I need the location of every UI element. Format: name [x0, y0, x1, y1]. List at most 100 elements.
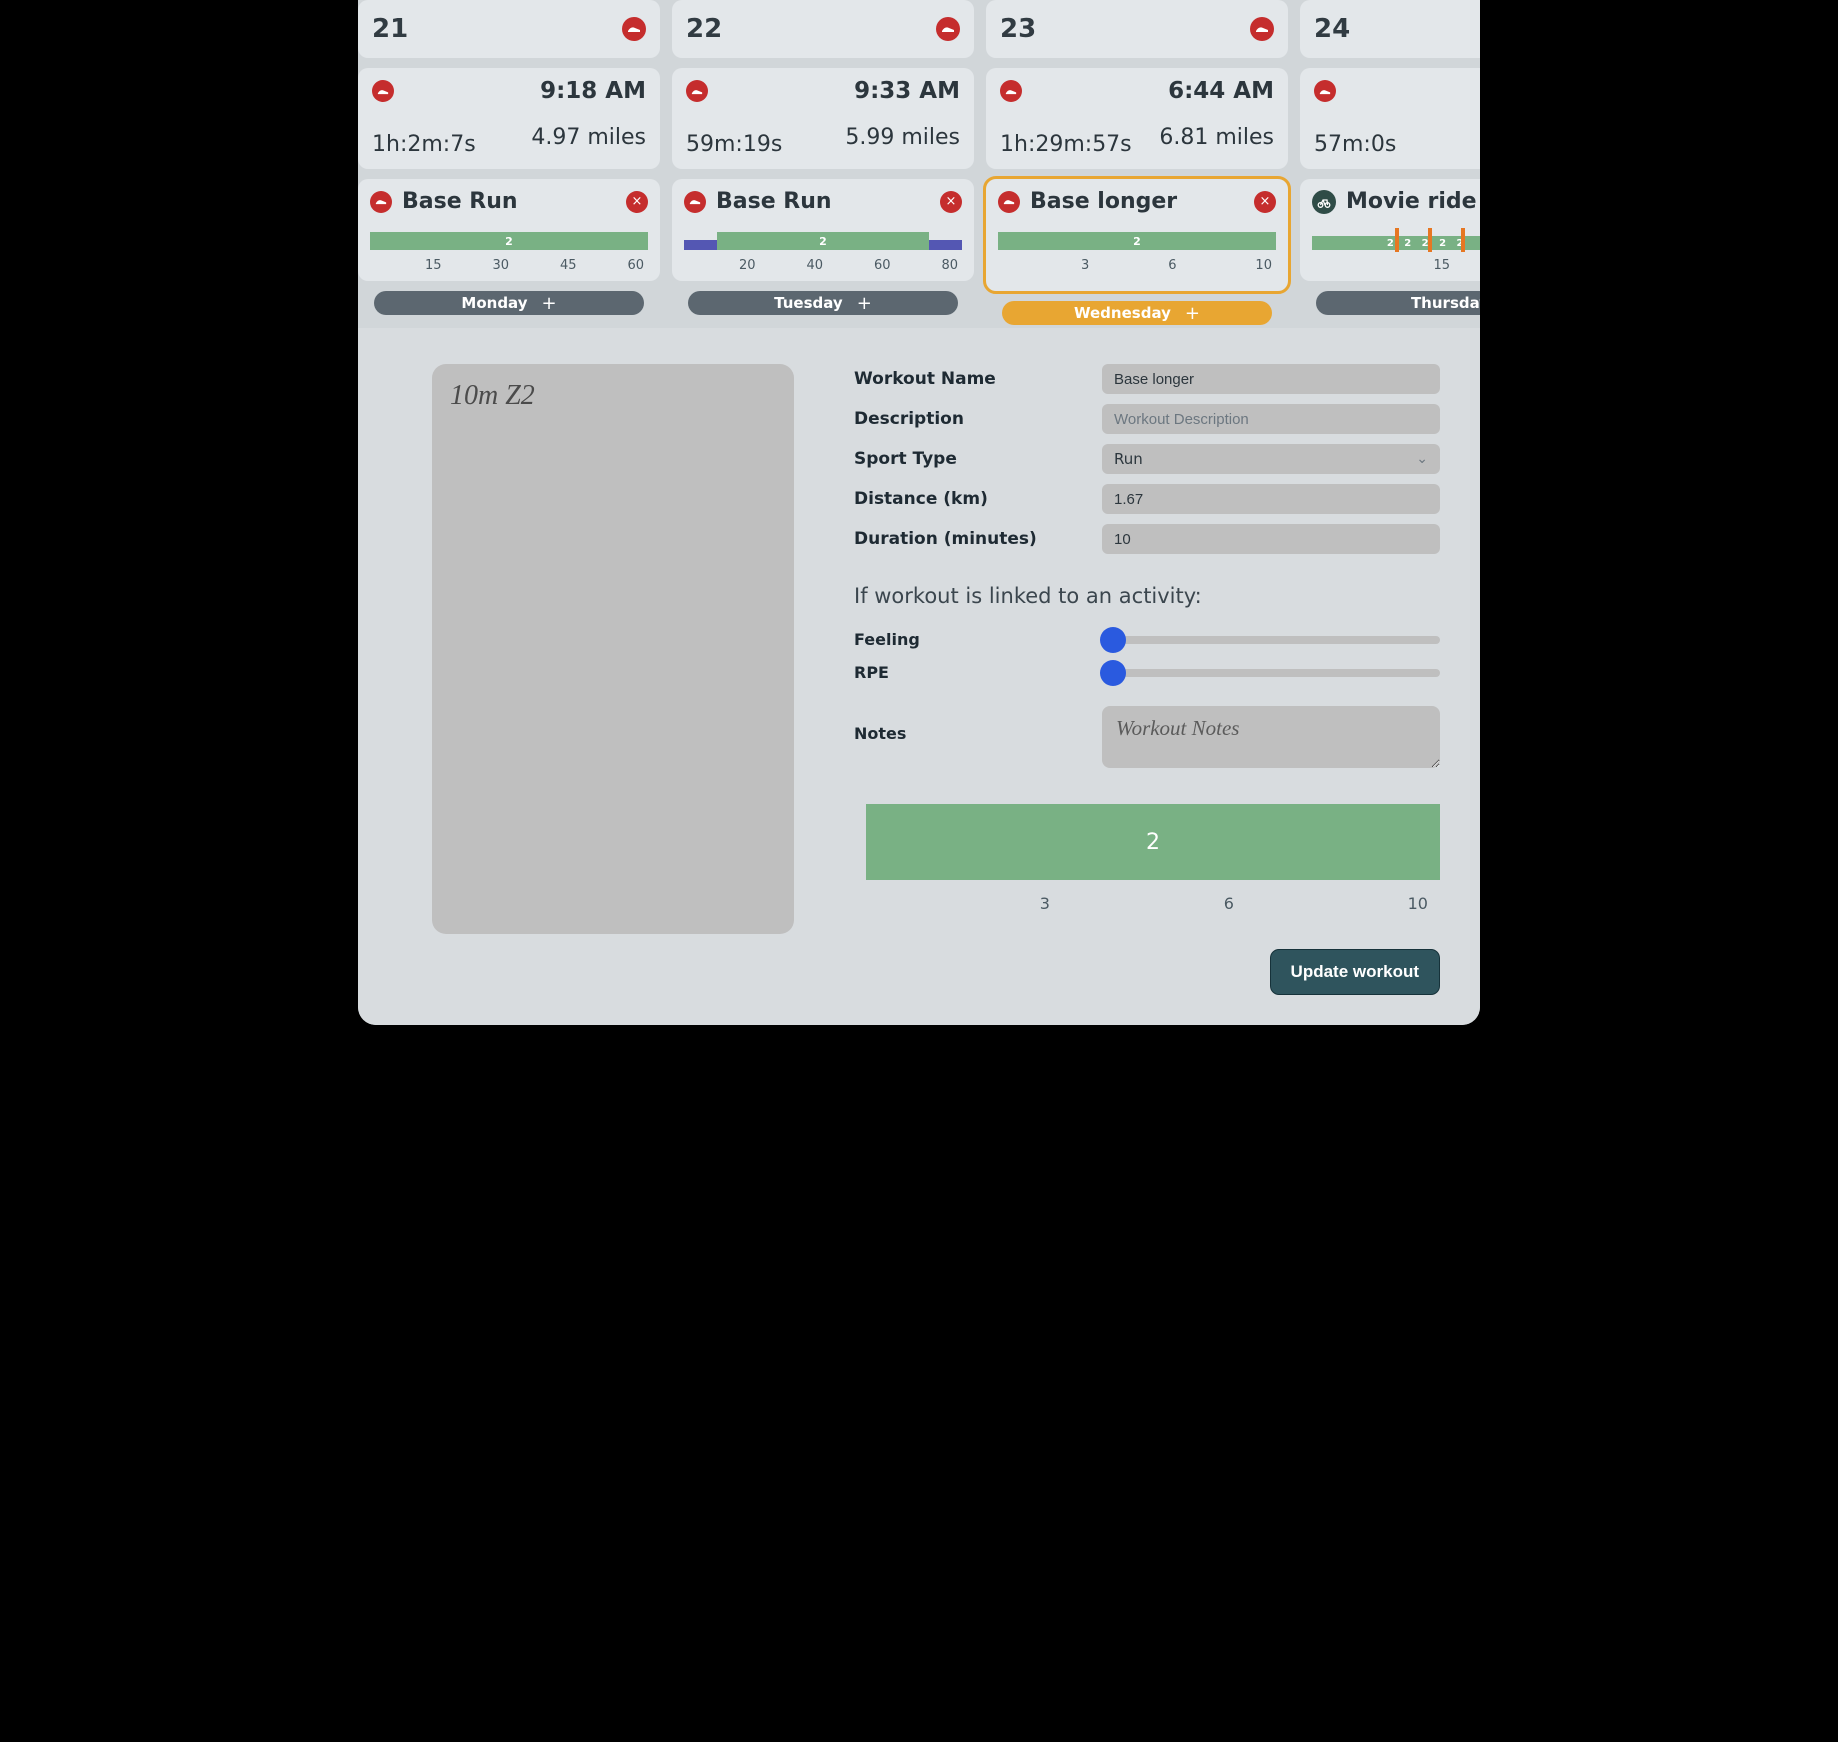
cooldown-block: [929, 240, 962, 250]
feeling-slider[interactable]: [1102, 636, 1440, 644]
delete-plan-button[interactable]: ×: [940, 191, 962, 213]
planned-workout-card-selected[interactable]: Base longer × 2 3 6 10: [986, 179, 1288, 291]
description-input[interactable]: [1102, 404, 1440, 434]
date-card[interactable]: 22: [672, 0, 974, 58]
chevron-down-icon: ⌄: [1416, 451, 1428, 467]
planned-workout-card[interactable]: Movie ride 2 2 2 2 2 3 15 30: [1300, 179, 1480, 281]
add-icon: +: [857, 293, 872, 314]
day-pill-thursday[interactable]: Thursday: [1316, 291, 1480, 315]
warmup-block: [684, 240, 717, 250]
activity-duration: 1h:29m:57s: [1000, 132, 1132, 157]
linked-activity-heading: If workout is linked to an activity:: [854, 584, 1440, 608]
label-duration: Duration (minutes): [854, 529, 1084, 549]
activity-duration: 59m:19s: [686, 132, 782, 157]
zone-chart-axis: 3 6 10: [866, 894, 1428, 913]
axis-tick: 15: [1433, 258, 1450, 273]
run-type-icon: [1250, 17, 1274, 41]
activity-distance: 6.81 miles: [1159, 125, 1274, 150]
day-label: Tuesday: [774, 294, 843, 312]
delete-plan-button[interactable]: ×: [626, 191, 648, 213]
date-card[interactable]: 24: [1300, 0, 1480, 58]
workout-name-input[interactable]: [1102, 364, 1440, 394]
zone-chart: 2: [866, 804, 1440, 880]
axis-tick: 40: [806, 258, 823, 273]
workout-form: Workout Name Description Sport Type Run …: [854, 364, 1440, 995]
plan-title: Movie ride: [1346, 189, 1477, 214]
interval-marker-icon: [1461, 228, 1465, 252]
calendar-strip: 21 9:18 AM 1h:2m:7s 4.97 miles: [358, 0, 1480, 328]
label-description: Description: [854, 409, 1084, 429]
axis-tick: 10: [1408, 894, 1428, 913]
completed-activity-card[interactable]: 9:33 AM 59m:19s 5.99 miles: [672, 68, 974, 169]
label-sport-type: Sport Type: [854, 449, 1084, 469]
zone-2-block: 2: [370, 232, 648, 250]
mini-axis: 15 30 45 60: [370, 258, 648, 273]
activity-distance: 4.97 miles: [531, 125, 646, 150]
update-workout-button[interactable]: Update workout: [1270, 949, 1440, 995]
label-distance: Distance (km): [854, 489, 1084, 509]
shoe-icon: [684, 191, 706, 213]
zone-2-block: 2: [998, 232, 1276, 250]
planned-workout-card[interactable]: Base Run × 2 15 30 45 60: [358, 179, 660, 281]
plan-title: Base Run: [402, 189, 518, 214]
shoe-icon: [370, 191, 392, 213]
day-pill-wednesday[interactable]: Wednesday +: [1002, 301, 1272, 325]
completed-activity-card[interactable]: 57m:0s: [1300, 68, 1480, 169]
zone-label: 2: [1146, 830, 1160, 855]
day-pill-tuesday[interactable]: Tuesday +: [688, 291, 958, 315]
zone-mini-chart: 2: [684, 232, 962, 254]
sport-type-value: Run: [1114, 450, 1143, 468]
axis-tick: 3: [1040, 894, 1050, 913]
day-column-21: 21 9:18 AM 1h:2m:7s 4.97 miles: [358, 0, 660, 328]
workout-calendar-app: 21 9:18 AM 1h:2m:7s 4.97 miles: [358, 0, 1480, 1025]
rpe-slider[interactable]: [1102, 669, 1440, 677]
label-workout-name: Workout Name: [854, 369, 1084, 389]
bike-icon: [1312, 190, 1336, 214]
add-icon: +: [542, 293, 557, 314]
completed-activity-card[interactable]: 9:18 AM 1h:2m:7s 4.97 miles: [358, 68, 660, 169]
slider-thumb[interactable]: [1100, 627, 1126, 653]
axis-tick: 30: [492, 258, 509, 273]
zone-label: 2: [819, 235, 827, 248]
axis-tick: 60: [627, 258, 644, 273]
label-notes: Notes: [854, 706, 1084, 743]
distance-input[interactable]: [1102, 484, 1440, 514]
day-pill-monday[interactable]: Monday +: [374, 291, 644, 315]
date-number: 24: [1314, 14, 1350, 44]
planned-workout-card[interactable]: Base Run × 2 20 40 60 80: [672, 179, 974, 281]
mini-axis: 15 30: [1312, 258, 1480, 273]
mini-axis: 3 6 10: [998, 258, 1276, 273]
date-card[interactable]: 23: [986, 0, 1288, 58]
shoe-icon: [372, 80, 394, 102]
shoe-icon: [1314, 80, 1336, 102]
axis-tick: 45: [560, 258, 577, 273]
zone-mini-chart: 2: [998, 232, 1276, 254]
delete-plan-button[interactable]: ×: [1254, 191, 1276, 213]
activity-duration: 57m:0s: [1314, 132, 1396, 157]
shoe-icon: [686, 80, 708, 102]
label-feeling: Feeling: [854, 630, 1084, 649]
workout-summary-textarea[interactable]: [432, 364, 794, 934]
slider-thumb[interactable]: [1100, 660, 1126, 686]
axis-tick: 20: [739, 258, 756, 273]
run-type-icon: [936, 17, 960, 41]
add-icon: +: [1185, 303, 1200, 324]
sport-type-select[interactable]: Run ⌄: [1102, 444, 1440, 474]
zone-label: 2: [1133, 235, 1141, 248]
axis-tick: 6: [1224, 894, 1234, 913]
axis-tick: 60: [874, 258, 891, 273]
date-number: 21: [372, 14, 408, 44]
date-number: 22: [686, 14, 722, 44]
activity-duration: 1h:2m:7s: [372, 132, 476, 157]
activity-time: 9:18 AM: [540, 78, 646, 104]
plan-title: Base Run: [716, 189, 832, 214]
interval-marker-icon: [1428, 228, 1432, 252]
completed-activity-card[interactable]: 6:44 AM 1h:29m:57s 6.81 miles: [986, 68, 1288, 169]
date-card[interactable]: 21: [358, 0, 660, 58]
shoe-icon: [998, 191, 1020, 213]
activity-time: 9:33 AM: [854, 78, 960, 104]
workout-notes-textarea[interactable]: [1102, 706, 1440, 768]
duration-input[interactable]: [1102, 524, 1440, 554]
plan-title: Base longer: [1030, 189, 1177, 214]
zone-label: 2: [505, 235, 513, 248]
